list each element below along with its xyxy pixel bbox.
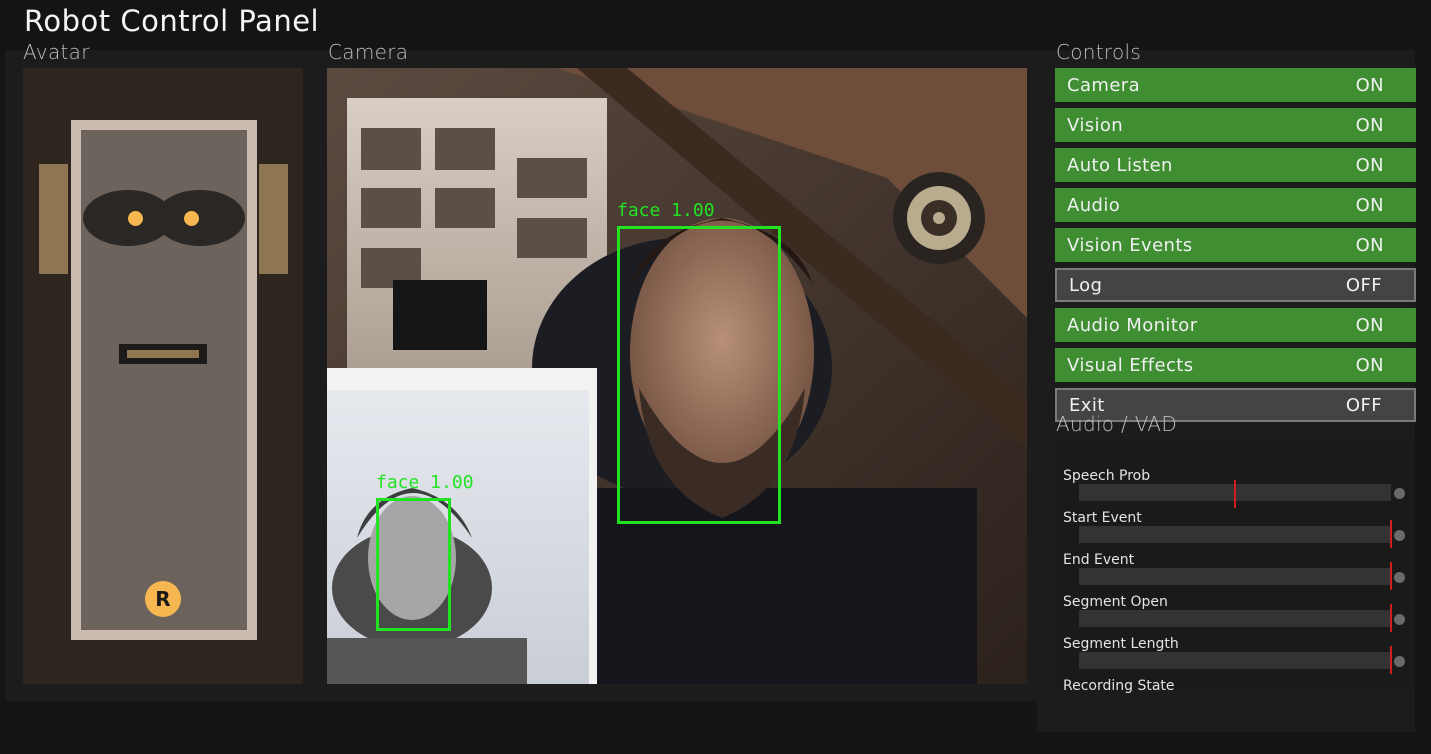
toggle-camera-button[interactable]: Camera ON: [1055, 68, 1416, 102]
face-detection-box: [376, 498, 451, 631]
vad-label: Segment Open: [1063, 594, 1168, 610]
vad-label: Speech Prob: [1063, 468, 1151, 484]
camera-feed: face 1.00 face 1.00: [327, 68, 1027, 684]
toggle-state: ON: [1355, 114, 1384, 136]
vad-label: End Event: [1063, 552, 1135, 568]
toggle-label: Camera: [1067, 74, 1141, 96]
robot-left-ear: [39, 164, 68, 274]
toggle-label: Visual Effects: [1067, 354, 1194, 376]
toggle-state: OFF: [1345, 394, 1382, 416]
toggle-state: ON: [1355, 74, 1384, 96]
robot-right-ear: [259, 164, 288, 274]
toggle-state: ON: [1355, 314, 1384, 336]
toggle-state: ON: [1355, 234, 1384, 256]
toggle-label: Vision Events: [1067, 234, 1193, 256]
robot-mouth-inner: [127, 350, 199, 358]
vad-meter-track: [1079, 526, 1391, 543]
toggle-log-button[interactable]: Log OFF: [1055, 268, 1416, 302]
audio-vad-section-label: Audio / VAD: [1056, 412, 1178, 436]
face-detection-label: face 1.00: [617, 200, 715, 221]
avatar-section-label: Avatar: [23, 40, 90, 64]
vad-level-marker: [1390, 646, 1392, 674]
vad-label: Start Event: [1063, 510, 1142, 526]
toggle-auto-listen-button[interactable]: Auto Listen ON: [1055, 148, 1416, 182]
robot-pupil-left: [128, 211, 143, 226]
vad-panel: Speech Prob Start Event End Event Segmen…: [1055, 440, 1415, 694]
vad-level-marker: [1390, 562, 1392, 590]
vad-level-marker: [1234, 480, 1236, 508]
controls-panel-footer: [1037, 690, 1415, 732]
toggle-label: Auto Listen: [1067, 154, 1173, 176]
toggle-visual-effects-button[interactable]: Visual Effects ON: [1055, 348, 1416, 382]
toggle-audio-button[interactable]: Audio ON: [1055, 188, 1416, 222]
toggle-vision-button[interactable]: Vision ON: [1055, 108, 1416, 142]
toggle-label: Vision: [1067, 114, 1124, 136]
toggle-label: Log: [1069, 274, 1103, 296]
robot-badge: R: [145, 581, 181, 617]
robot-pupil-right: [184, 211, 199, 226]
circle-icon: [1394, 488, 1405, 499]
robot-mouth: [119, 344, 207, 364]
vad-meter-track: [1079, 568, 1391, 585]
controls-section-label: Controls: [1056, 40, 1142, 64]
toggle-state: OFF: [1345, 274, 1382, 296]
toggle-state: ON: [1355, 154, 1384, 176]
toggle-label: Audio Monitor: [1067, 314, 1198, 336]
toggle-state: ON: [1355, 354, 1384, 376]
circle-icon: [1394, 614, 1405, 625]
vad-meter-track: [1079, 652, 1391, 669]
vad-level-marker: [1390, 604, 1392, 632]
circle-icon: [1394, 572, 1405, 583]
circle-icon: [1394, 530, 1405, 541]
camera-section-label: Camera: [328, 40, 409, 64]
toggle-vision-events-button[interactable]: Vision Events ON: [1055, 228, 1416, 262]
vad-label: Recording State: [1063, 678, 1175, 694]
face-detection-box: [617, 226, 781, 524]
robot-eye-right: [155, 190, 245, 246]
toggle-audio-monitor-button[interactable]: Audio Monitor ON: [1055, 308, 1416, 342]
toggle-label: Audio: [1067, 194, 1121, 216]
circle-icon: [1394, 656, 1405, 667]
vad-meter-track: [1079, 610, 1391, 627]
vad-level-marker: [1390, 520, 1392, 548]
avatar-view: R: [23, 68, 303, 684]
toggle-state: ON: [1355, 194, 1384, 216]
robot-eyes: [83, 190, 245, 246]
vad-label: Segment Length: [1063, 636, 1179, 652]
app-title: Robot Control Panel: [24, 4, 320, 38]
face-detection-label: face 1.00: [376, 472, 474, 493]
